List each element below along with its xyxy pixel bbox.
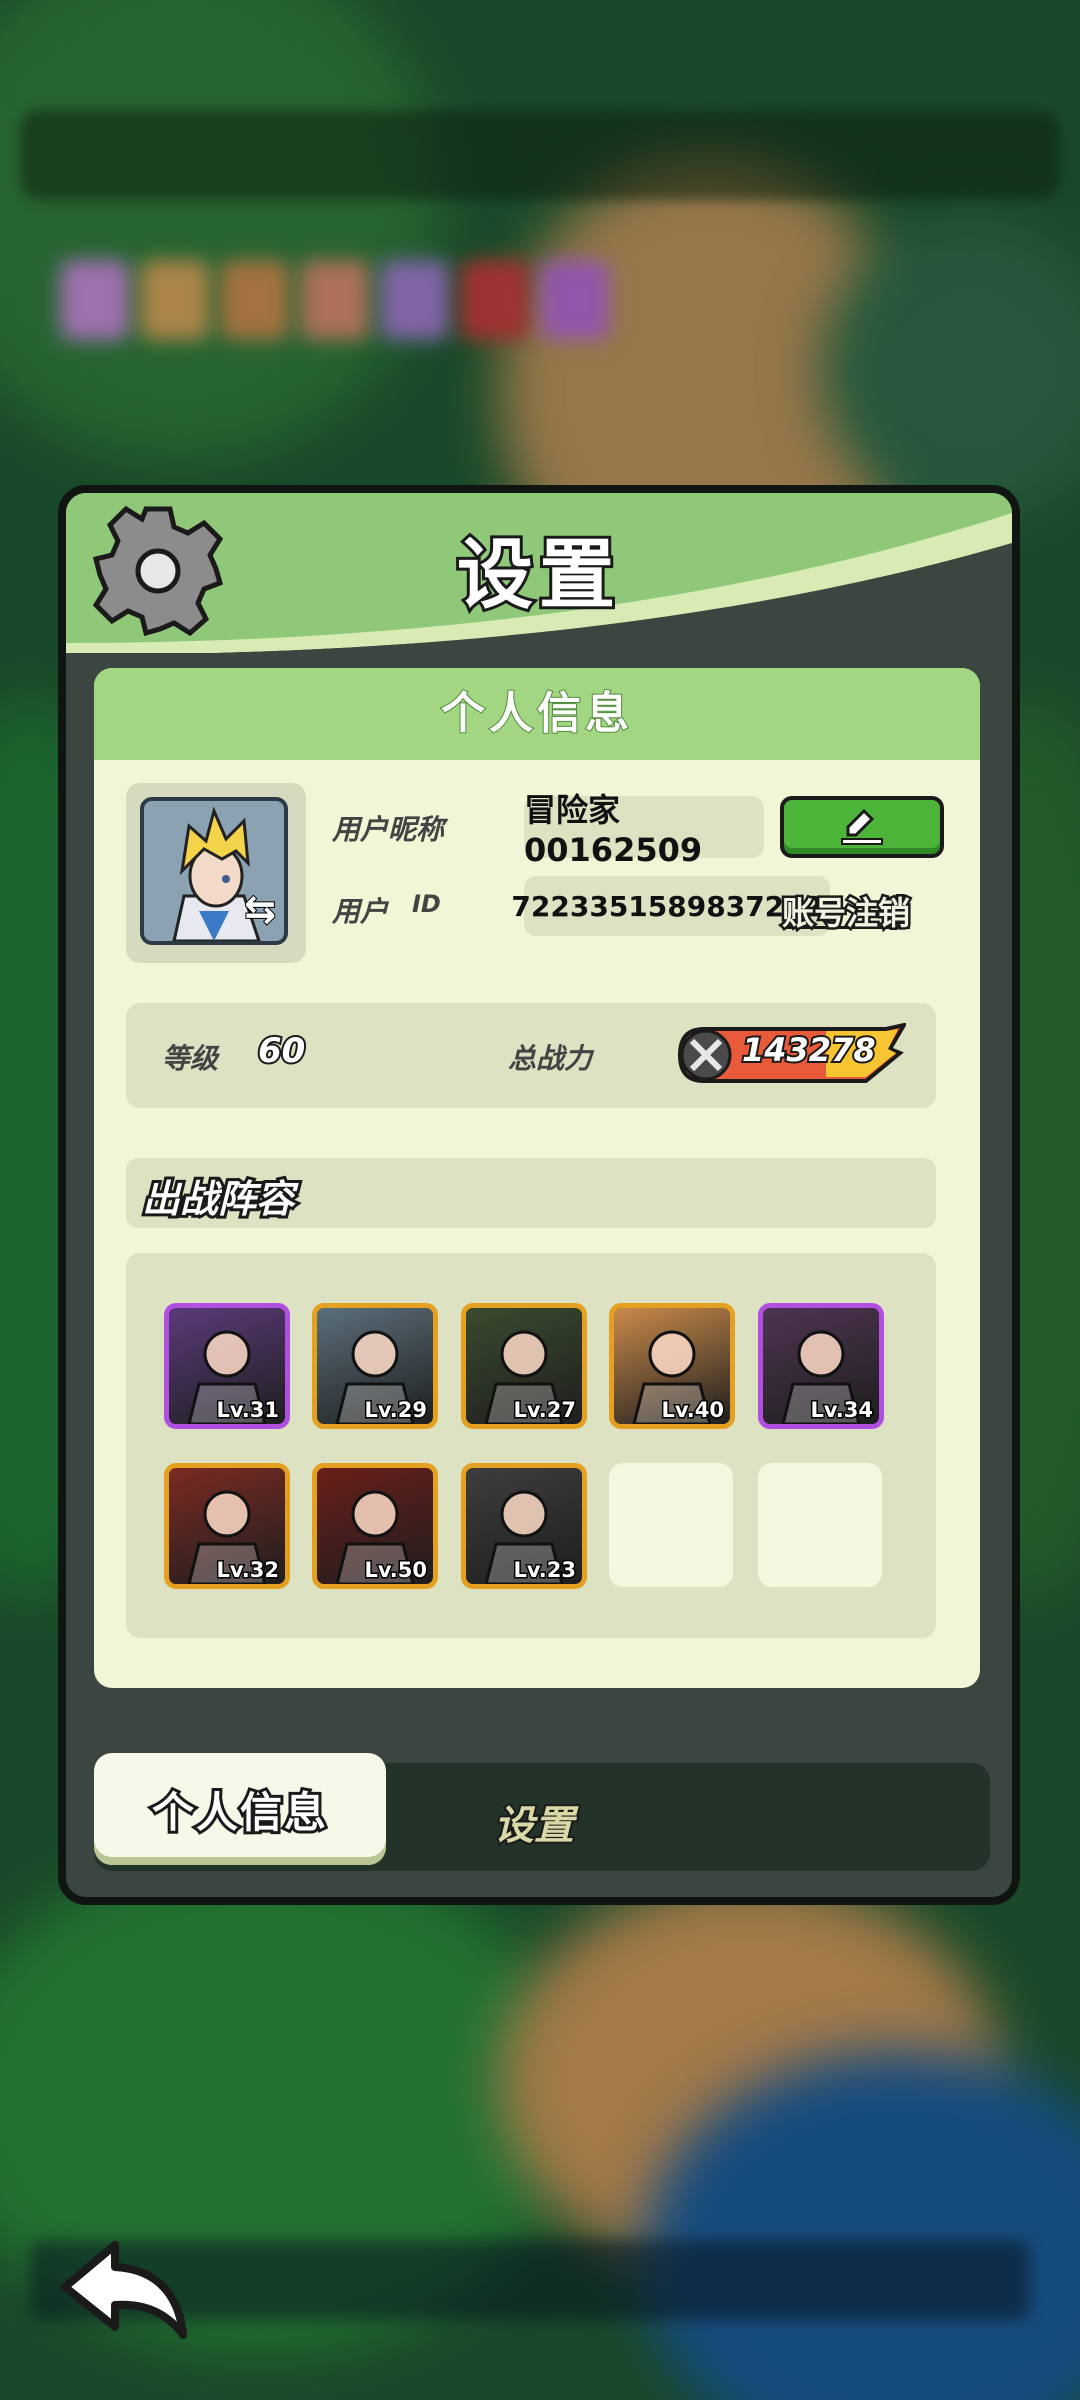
- avatar[interactable]: ⇆: [140, 797, 288, 945]
- hero-card[interactable]: Lv.31: [164, 1303, 290, 1429]
- level-label: 等级: [162, 1042, 219, 1075]
- id-label: 用户: [332, 895, 389, 928]
- account-cancel-link[interactable]: 账号注销: [779, 888, 912, 935]
- power-value: 143278: [740, 1029, 878, 1071]
- level-value: 60: [256, 1029, 307, 1073]
- lineup-header: 出战阵容: [126, 1158, 936, 1228]
- hero-level: Lv.34: [809, 1397, 875, 1424]
- panel-title: 设置: [454, 527, 621, 622]
- hero-card[interactable]: Lv.40: [609, 1303, 735, 1429]
- avatar-frame[interactable]: ⇆: [126, 783, 306, 963]
- nickname-label: 用户昵称: [332, 813, 445, 846]
- hero-level: Lv.40: [660, 1397, 726, 1424]
- power-badge: 143278: [676, 1023, 906, 1085]
- hero-level: Lv.31: [215, 1397, 281, 1424]
- lineup-grid: Lv.31 Lv.29 Lv.27 Lv.40 Lv.34 Lv.32 Lv.50 Lv.23: [126, 1253, 936, 1638]
- nickname-field: 冒险家00162509: [524, 791, 764, 869]
- settings-panel: 设置 个人信息 ⇆ 用户昵称 冒险家00162509 用户 ID 7223351…: [58, 485, 1020, 1905]
- tab-bar: 个人信息 设置: [94, 1753, 990, 1871]
- stats-bar: 等级 60 总战力 143278: [126, 1003, 936, 1108]
- hero-card[interactable]: Lv.27: [461, 1303, 587, 1429]
- hero-card[interactable]: Lv.50: [312, 1463, 438, 1589]
- power-label: 总战力: [508, 1042, 593, 1075]
- hero-card[interactable]: Lv.34: [758, 1303, 884, 1429]
- hero-level: Lv.32: [215, 1557, 281, 1584]
- empty-hero-slot[interactable]: [758, 1463, 882, 1587]
- profile-header: 个人信息: [94, 668, 980, 760]
- hero-level: Lv.27: [512, 1397, 578, 1424]
- edit-nickname-button[interactable]: [780, 796, 944, 858]
- swap-icon: ⇆: [243, 886, 277, 932]
- tab-settings[interactable]: 设置: [492, 1793, 576, 1851]
- hero-level: Lv.50: [363, 1557, 429, 1584]
- back-arrow-icon[interactable]: [55, 2235, 195, 2345]
- lineup-title: 出战阵容: [139, 1174, 297, 1224]
- tab-profile[interactable]: 个人信息: [94, 1753, 386, 1865]
- hero-card[interactable]: Lv.32: [164, 1463, 290, 1589]
- hero-level: Lv.29: [363, 1397, 429, 1424]
- hero-level: Lv.23: [512, 1557, 578, 1584]
- pencil-icon: [841, 808, 883, 845]
- hero-card[interactable]: Lv.23: [461, 1463, 587, 1589]
- hero-card[interactable]: Lv.29: [312, 1303, 438, 1429]
- id-label-suffix: ID: [412, 890, 441, 918]
- empty-hero-slot[interactable]: [609, 1463, 733, 1587]
- panel-header: 设置: [66, 493, 1012, 653]
- profile-card: 个人信息 ⇆ 用户昵称 冒险家00162509 用户 ID 7223351589…: [94, 668, 980, 1688]
